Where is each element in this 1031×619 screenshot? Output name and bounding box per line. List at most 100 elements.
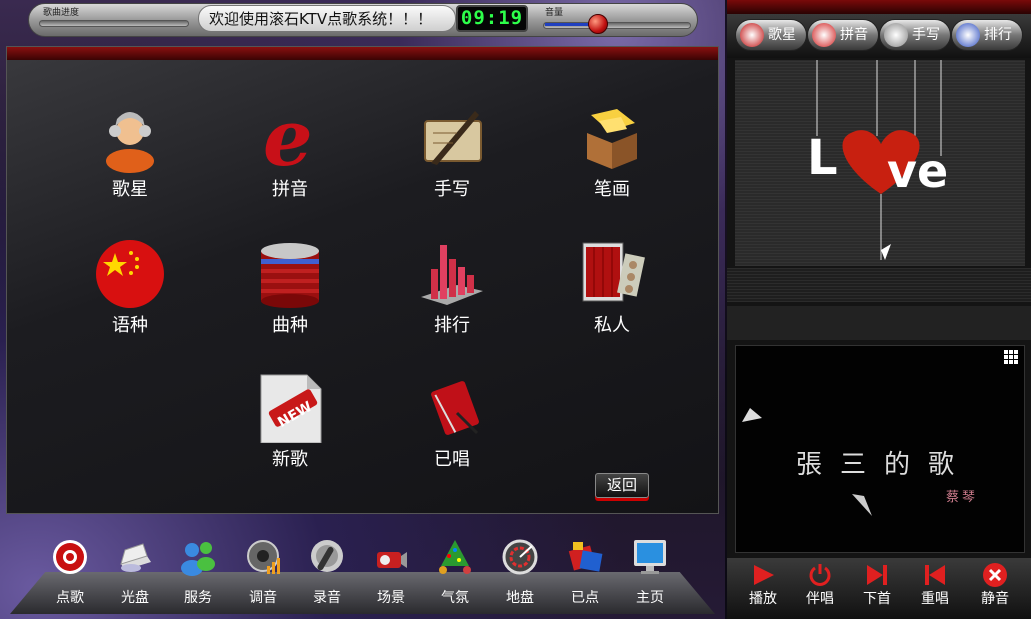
dock-order-song[interactable]: 点歌 xyxy=(40,538,100,614)
tab-label: 歌星 xyxy=(768,27,796,43)
control-label: 播放 xyxy=(749,591,777,607)
menu-genre[interactable]: 曲种 xyxy=(235,239,345,349)
dock-label: 气氛 xyxy=(441,590,469,606)
home-monitor-icon xyxy=(634,540,666,574)
stroke-box-icon xyxy=(587,109,637,169)
dock-label: 光盘 xyxy=(121,590,149,606)
progress-label: 歌曲进度 xyxy=(43,8,80,18)
scene-camera-icon xyxy=(377,552,407,568)
control-label: 下首 xyxy=(863,591,891,607)
tab-label: 拼音 xyxy=(840,27,868,43)
menu-label: 新歌 xyxy=(272,449,308,470)
record-mic-icon xyxy=(311,540,343,572)
dock-scene[interactable]: 场景 xyxy=(361,538,421,614)
song-progress-bar[interactable] xyxy=(39,20,189,27)
next-track-button[interactable]: 下首 xyxy=(851,560,903,616)
divider-strip xyxy=(727,306,1031,340)
menu-singer[interactable]: 歌星 xyxy=(75,103,185,213)
menu-ranking[interactable]: 排行 xyxy=(397,239,507,349)
menu-label: 已唱 xyxy=(434,449,470,470)
dock-label: 录音 xyxy=(313,590,341,606)
menu-handwriting[interactable]: 手写 xyxy=(397,103,507,213)
cd-drive-icon xyxy=(120,543,151,572)
new-badge-icon: NEW xyxy=(260,374,322,443)
volume-knob[interactable] xyxy=(588,14,608,34)
menu-label: 排行 xyxy=(434,315,470,336)
dock-atmosphere[interactable]: 气氛 xyxy=(425,538,485,614)
dock-ordered[interactable]: 已点 xyxy=(555,538,615,614)
replay-icon xyxy=(925,565,945,585)
dock-label: 场景 xyxy=(377,590,405,606)
dock-territory[interactable]: 地盘 xyxy=(490,538,550,614)
dock-disc[interactable]: 光盘 xyxy=(105,538,165,614)
mute-icon xyxy=(983,563,1007,587)
accompany-button[interactable]: 伴唱 xyxy=(794,560,846,616)
tuning-speaker-icon xyxy=(247,540,280,574)
menu-label: 手写 xyxy=(434,179,470,200)
dock-label: 点歌 xyxy=(56,590,84,606)
dock-record[interactable]: 录音 xyxy=(297,538,357,614)
panel-header-strip xyxy=(7,47,718,60)
order-disc-icon xyxy=(53,540,87,574)
love-heart-graphic xyxy=(816,60,942,260)
video-preview[interactable]: 張三的歌 蔡琴 xyxy=(735,345,1025,553)
menu-private[interactable]: 私人 xyxy=(557,239,667,349)
pinyin-tab-icon xyxy=(812,23,836,47)
menu-label: 歌星 xyxy=(112,179,148,200)
menu-label: 私人 xyxy=(594,315,630,336)
menu-new-songs[interactable]: NEW 新歌 xyxy=(235,373,345,483)
database-stack-icon xyxy=(261,243,319,308)
love-text-right: ve xyxy=(887,144,949,198)
menu-pinyin[interactable]: e 拼音 xyxy=(235,103,345,213)
territory-dial-icon xyxy=(502,539,538,575)
menu-language[interactable]: 语种 xyxy=(75,239,185,349)
love-text-left: L xyxy=(807,130,838,186)
clock-display: 09:19 xyxy=(456,5,528,32)
next-track-icon xyxy=(867,565,887,585)
dock-label: 地盘 xyxy=(506,590,534,606)
dock-label: 调音 xyxy=(249,590,277,606)
power-icon xyxy=(809,564,831,586)
love-banner: L ve xyxy=(735,60,1025,266)
pinyin-e-icon: e xyxy=(263,103,313,173)
menu-stroke[interactable]: 笔画 xyxy=(557,103,667,213)
search-tabs: 歌星 拼音 手写 排行 xyxy=(727,14,1031,58)
sung-notebook-icon xyxy=(431,381,479,435)
tab-singer[interactable]: 歌星 xyxy=(735,19,807,51)
handwriting-tab-icon xyxy=(884,23,908,47)
dock-label: 已点 xyxy=(571,590,599,606)
ordered-film-icon xyxy=(568,542,603,572)
singer-tab-icon xyxy=(740,23,764,47)
dock-service[interactable]: 服务 xyxy=(168,538,228,614)
menu-label: 笔画 xyxy=(594,179,630,200)
service-users-icon xyxy=(181,542,215,576)
right-header-strip xyxy=(727,0,1031,14)
menu-label: 曲种 xyxy=(272,315,308,336)
tab-ranking[interactable]: 排行 xyxy=(951,19,1023,51)
private-curtain-icon xyxy=(582,242,645,302)
volume-label: 音量 xyxy=(545,8,564,18)
playback-controls: 播放 伴唱 下首 重唱 静音 xyxy=(727,558,1031,619)
back-button[interactable]: 返回 xyxy=(595,473,649,498)
menu-sung[interactable]: 已唱 xyxy=(397,373,507,483)
video-subtitle: 蔡琴 xyxy=(946,490,979,505)
main-menu-panel: 歌星 e 拼音 手写 笔画 语种 曲种 排行 私人 NEW 新歌 已唱 返回 xyxy=(6,46,719,514)
ranking-chart-icon xyxy=(421,245,483,305)
singer-icon xyxy=(106,112,154,173)
right-panel: 歌星 拼音 手写 排行 L ve 張三的歌 蔡琴 播放 伴唱 下首 重唱 静音 xyxy=(727,0,1031,619)
dock-home[interactable]: 主页 xyxy=(620,538,680,614)
ranking-tab-icon xyxy=(956,23,980,47)
control-label: 伴唱 xyxy=(806,591,834,607)
svg-text:e: e xyxy=(263,103,313,173)
dock-label: 服务 xyxy=(184,590,212,606)
play-icon xyxy=(754,565,774,585)
divider-strip xyxy=(727,268,1031,302)
menu-label: 拼音 xyxy=(272,179,308,200)
replay-button[interactable]: 重唱 xyxy=(909,560,961,616)
mute-button[interactable]: 静音 xyxy=(969,560,1021,616)
tab-handwriting[interactable]: 手写 xyxy=(879,19,951,51)
tab-pinyin[interactable]: 拼音 xyxy=(807,19,879,51)
dock-tuning[interactable]: 调音 xyxy=(233,538,293,614)
play-button[interactable]: 播放 xyxy=(737,560,789,616)
dock-label: 主页 xyxy=(636,590,664,606)
